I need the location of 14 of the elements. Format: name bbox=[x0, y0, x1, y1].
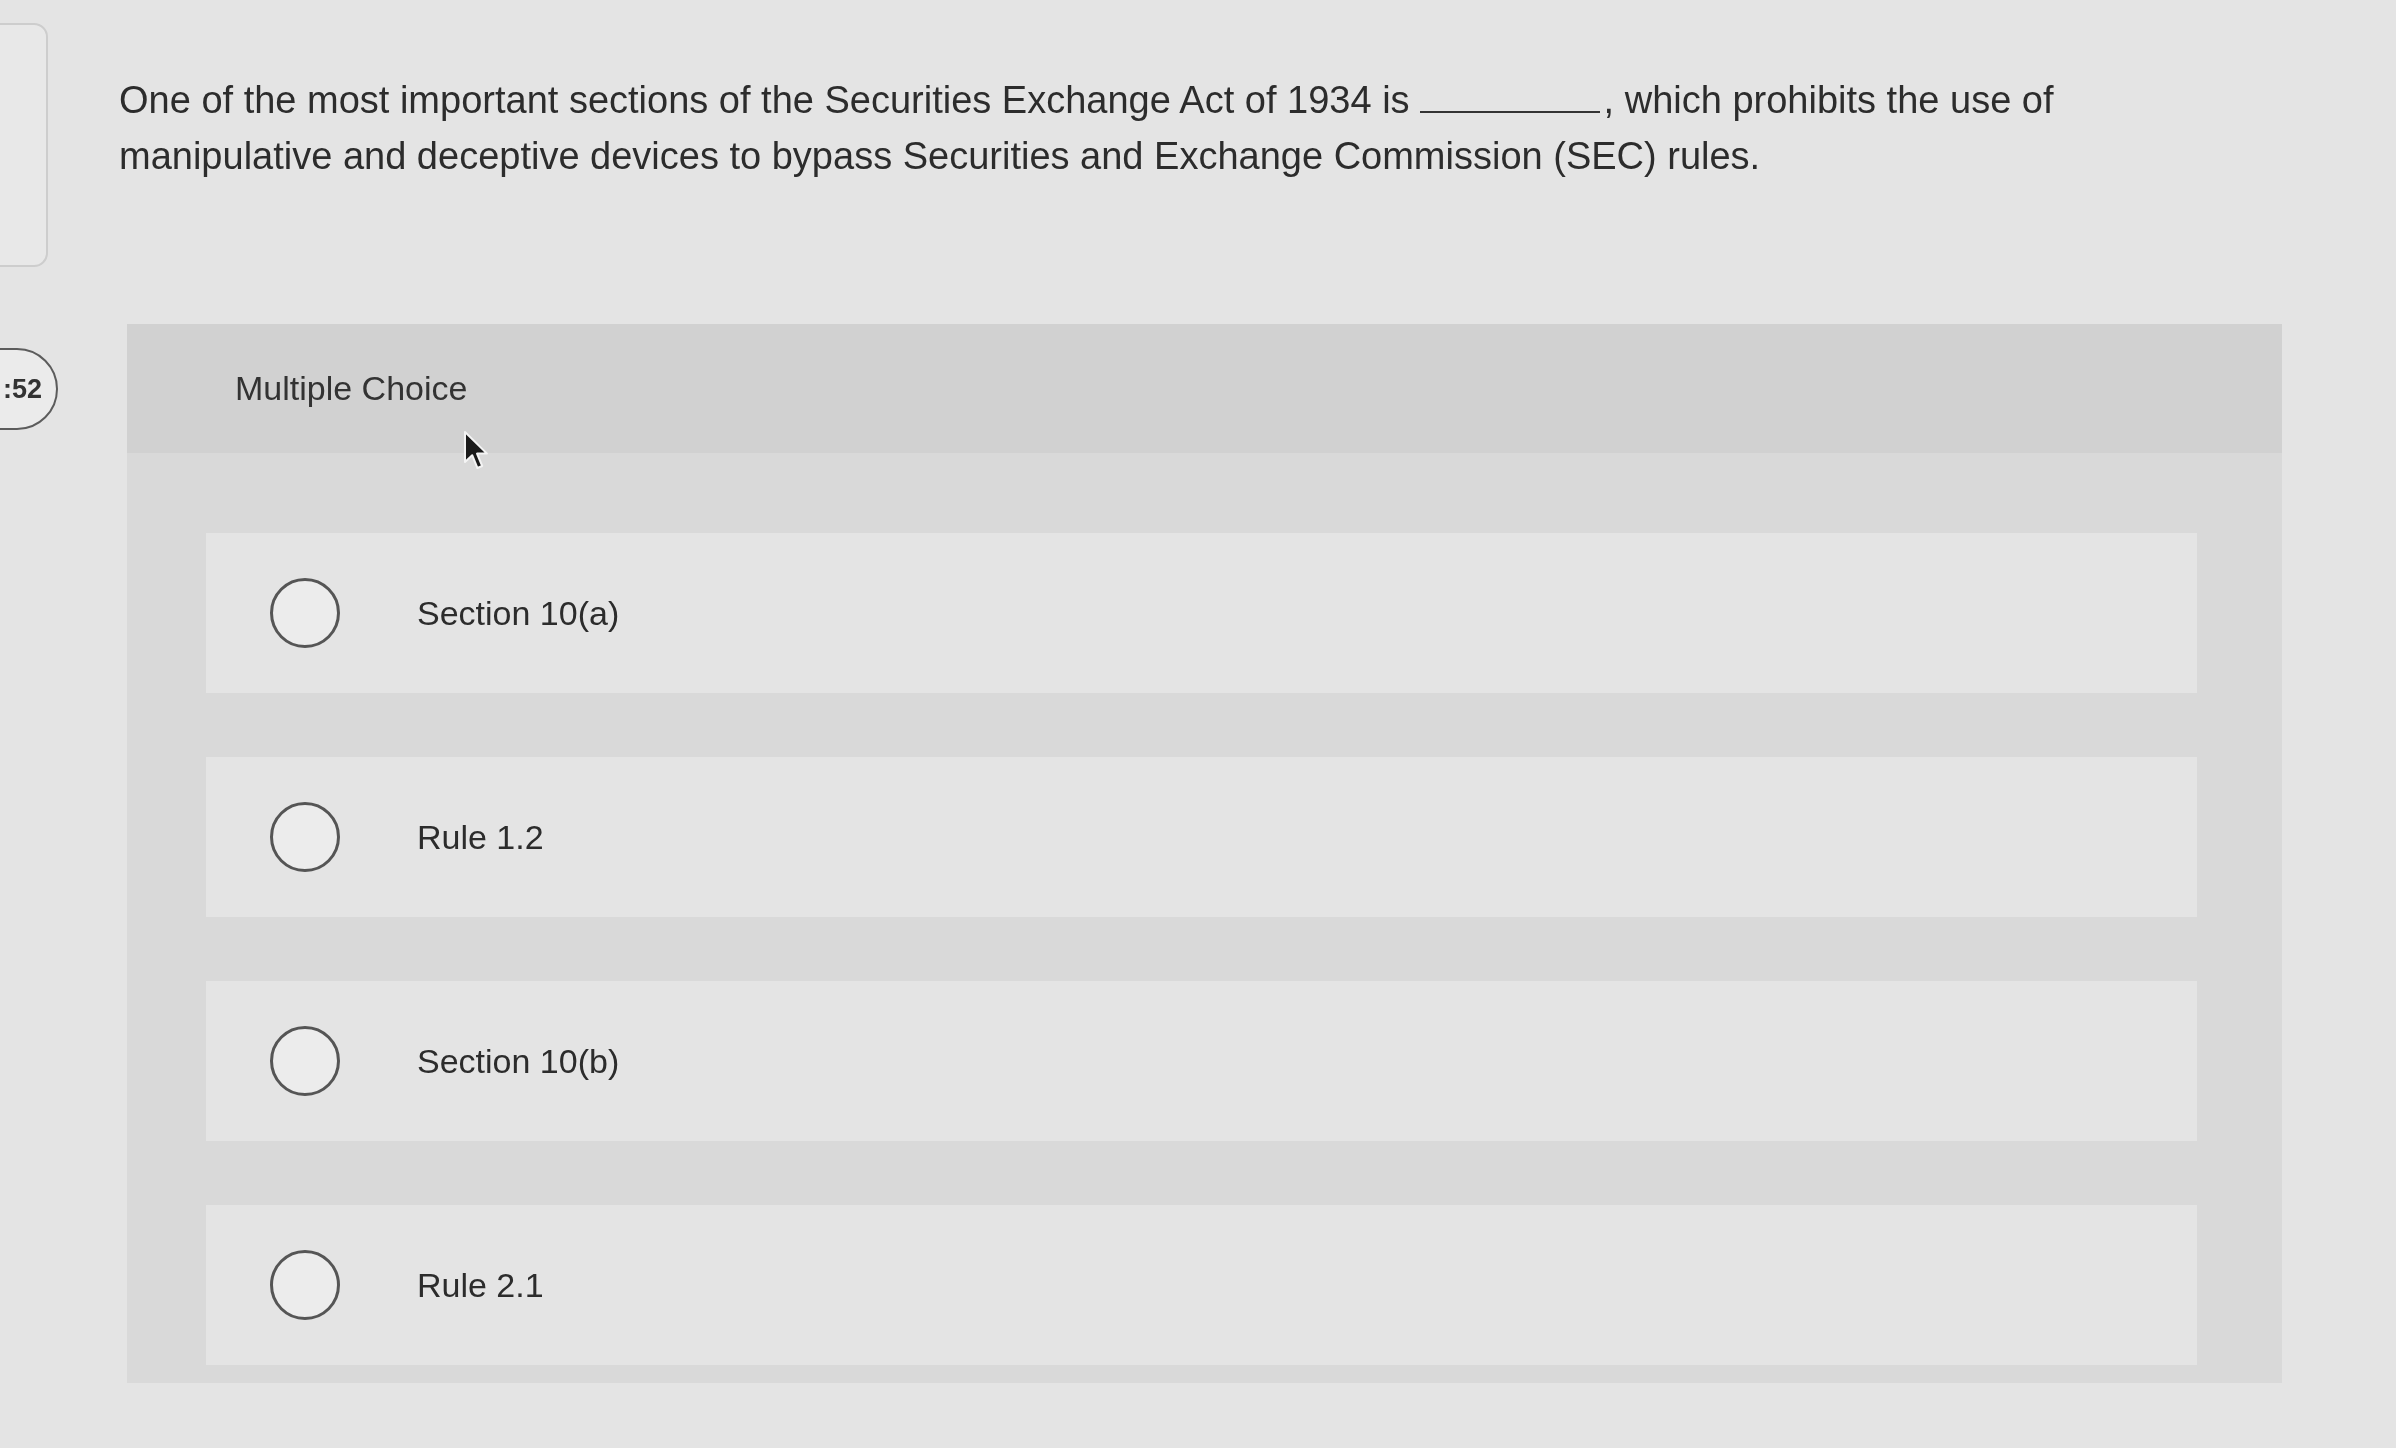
option-label: Section 10(a) bbox=[417, 593, 620, 633]
question-text: One of the most important sections of the Securities Exchange Act of 1934 is bbox=[119, 79, 1410, 121]
question-text: manipulative and deceptive devices to bypass Securities and Exchange Commission (SEC) rules. bbox=[119, 135, 1761, 177]
option-label: Section 10(b) bbox=[417, 1041, 620, 1081]
option-label: Rule 1.2 bbox=[417, 817, 544, 857]
question-type-label: Multiple Choice bbox=[235, 369, 468, 408]
answer-option[interactable]: Rule 2.1 bbox=[206, 1205, 2197, 1365]
answer-option[interactable]: Rule 1.2 bbox=[206, 757, 2197, 917]
timer-badge[interactable]: :52 bbox=[0, 348, 58, 430]
answer-option[interactable]: Section 10(b) bbox=[206, 981, 2197, 1141]
option-label: Rule 2.1 bbox=[417, 1265, 544, 1305]
answer-option[interactable]: Section 10(a) bbox=[206, 533, 2197, 693]
question-text: , which prohibits the use of bbox=[1603, 79, 2054, 121]
mouse-pointer-icon bbox=[463, 430, 491, 472]
